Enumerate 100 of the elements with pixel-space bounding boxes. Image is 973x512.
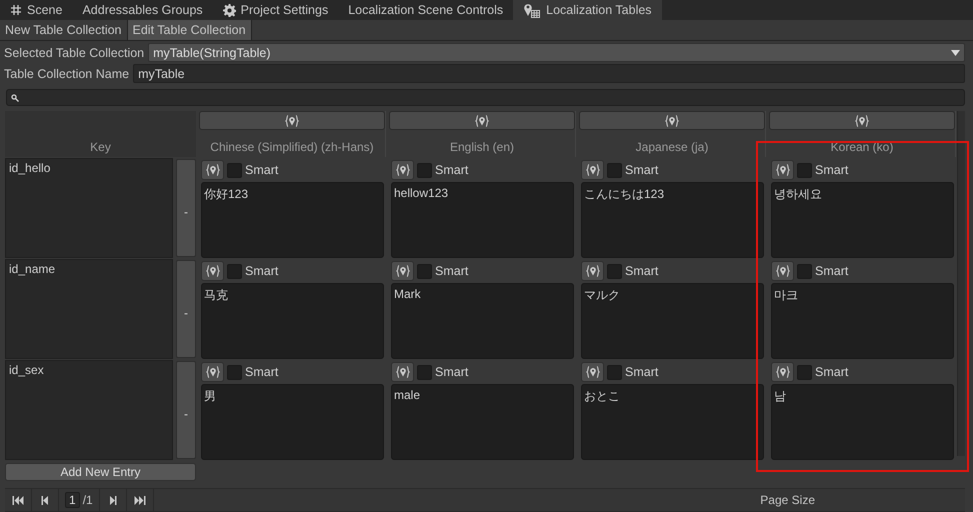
- checkbox-label: Smart: [435, 365, 468, 379]
- smart-checkbox[interactable]: [607, 264, 622, 278]
- checkbox-label: Smart: [245, 264, 278, 278]
- checkbox-label: Smart: [625, 264, 658, 278]
- translation-field[interactable]: hellow123: [391, 182, 574, 258]
- translation-field[interactable]: 你好123: [201, 182, 384, 258]
- checkbox-label: Smart: [625, 163, 658, 177]
- window-tab[interactable]: Localization Tables: [513, 0, 662, 20]
- pin-braces-icon: [206, 163, 220, 177]
- translation-field[interactable]: 마크: [771, 283, 954, 359]
- translation-field[interactable]: 马克: [201, 283, 384, 359]
- checkbox-label: Smart: [815, 163, 848, 177]
- pin-braces-icon: [396, 365, 410, 379]
- translation-field[interactable]: Mark: [391, 283, 574, 359]
- pin-braces-icon: [776, 163, 790, 177]
- pin-braces-icon: [665, 114, 679, 128]
- checkbox-label: Smart: [245, 163, 278, 177]
- pin-braces-icon: [776, 365, 790, 379]
- window-tab[interactable]: Project Settings: [212, 0, 338, 20]
- pin-braces-icon: [396, 163, 410, 177]
- key-field[interactable]: id_hello: [5, 158, 173, 258]
- pin-braces-icon: [586, 163, 600, 177]
- smart-checkbox[interactable]: [227, 264, 242, 278]
- add-entry-button[interactable]: Add New Entry: [5, 463, 196, 481]
- metadata-button[interactable]: [581, 160, 604, 180]
- page-input-field[interactable]: 1: [65, 492, 80, 508]
- column-header: Japanese (ja): [634, 139, 710, 156]
- checkbox-label: Smart: [435, 264, 468, 278]
- locale-button[interactable]: [579, 111, 765, 130]
- page-count: /1: [82, 493, 93, 507]
- smart-checkbox[interactable]: [417, 364, 432, 380]
- remove-button[interactable]: -: [176, 159, 196, 257]
- column-header: English (en): [448, 139, 516, 156]
- metadata-button[interactable]: [771, 160, 794, 180]
- metadata-button[interactable]: [201, 362, 224, 382]
- metadata-button[interactable]: [581, 261, 604, 281]
- smart-checkbox[interactable]: [417, 162, 432, 178]
- checkbox-label: Smart: [815, 365, 848, 379]
- window-tab[interactable]: Scene: [0, 0, 72, 20]
- translation-field[interactable]: こんにちは123: [581, 182, 764, 258]
- translation-field[interactable]: おとこ: [581, 384, 764, 460]
- metadata-button[interactable]: [771, 362, 794, 382]
- checkbox-label: Smart: [625, 365, 658, 379]
- smart-checkbox[interactable]: [797, 264, 812, 278]
- column-header: Chinese (Simplified) (zh-Hans): [209, 139, 375, 156]
- metadata-button[interactable]: [201, 160, 224, 180]
- grid-icon: [10, 4, 22, 16]
- metadata-button[interactable]: [391, 160, 414, 180]
- metadata-button[interactable]: [391, 261, 414, 281]
- window-tab[interactable]: Addressables Groups: [72, 0, 213, 20]
- translation-field[interactable]: male: [391, 384, 574, 460]
- previous-page-icon: [39, 496, 51, 504]
- translation-field[interactable]: 남: [771, 384, 954, 460]
- pin-braces-icon: [586, 365, 600, 379]
- smart-checkbox[interactable]: [227, 364, 242, 380]
- pin-braces-icon: [776, 264, 790, 278]
- last-page-icon: [134, 496, 146, 504]
- checkbox-label: Smart: [815, 264, 848, 278]
- toolbar-tab[interactable]: Edit Table Collection: [128, 20, 252, 40]
- smart-checkbox[interactable]: [607, 162, 622, 178]
- metadata-button[interactable]: [771, 261, 794, 281]
- locale-button[interactable]: [769, 111, 955, 130]
- field-label: Selected Table Collection: [4, 46, 144, 60]
- key-field[interactable]: id_name: [5, 259, 173, 359]
- smart-checkbox[interactable]: [227, 162, 242, 178]
- metadata-button[interactable]: [581, 362, 604, 382]
- smart-checkbox[interactable]: [797, 162, 812, 178]
- locale-button[interactable]: [389, 111, 575, 130]
- locale-button[interactable]: [199, 111, 385, 130]
- pin-braces-icon: [586, 264, 600, 278]
- pin-braces-icon: [206, 264, 220, 278]
- column-header: Korean (ko): [830, 139, 894, 156]
- pin-braces-icon: [206, 365, 220, 379]
- scrollbar[interactable]: [957, 111, 965, 456]
- key-field[interactable]: id_sex: [5, 360, 173, 460]
- column-header: Key: [5, 111, 196, 157]
- remove-button[interactable]: -: [176, 361, 196, 459]
- search-field[interactable]: [6, 89, 965, 106]
- name-input-field[interactable]: myTable: [133, 64, 965, 83]
- smart-checkbox[interactable]: [607, 364, 622, 380]
- pin-braces-icon: [396, 264, 410, 278]
- smart-checkbox[interactable]: [417, 264, 432, 278]
- checkbox-label: Smart: [245, 365, 278, 379]
- search-icon: [11, 94, 19, 102]
- page-size-label: Page Size: [760, 493, 815, 507]
- first-page-icon: [12, 496, 24, 504]
- remove-button[interactable]: -: [176, 260, 196, 358]
- pin-braces-icon: [285, 114, 299, 128]
- window-tab[interactable]: Localization Scene Controls: [338, 0, 514, 20]
- metadata-button[interactable]: [391, 362, 414, 382]
- checkbox-label: Smart: [435, 163, 468, 177]
- translation-field[interactable]: マルク: [581, 283, 764, 359]
- pin-braces-icon: [855, 114, 869, 128]
- translation-field[interactable]: 녕하세요: [771, 182, 954, 258]
- metadata-button[interactable]: [201, 261, 224, 281]
- smart-checkbox[interactable]: [797, 364, 812, 380]
- pin-braces-icon: [475, 114, 489, 128]
- pin-table-icon: [523, 2, 542, 18]
- collection-dropdown[interactable]: myTable(StringTable): [148, 43, 965, 62]
- translation-field[interactable]: 男: [201, 384, 384, 460]
